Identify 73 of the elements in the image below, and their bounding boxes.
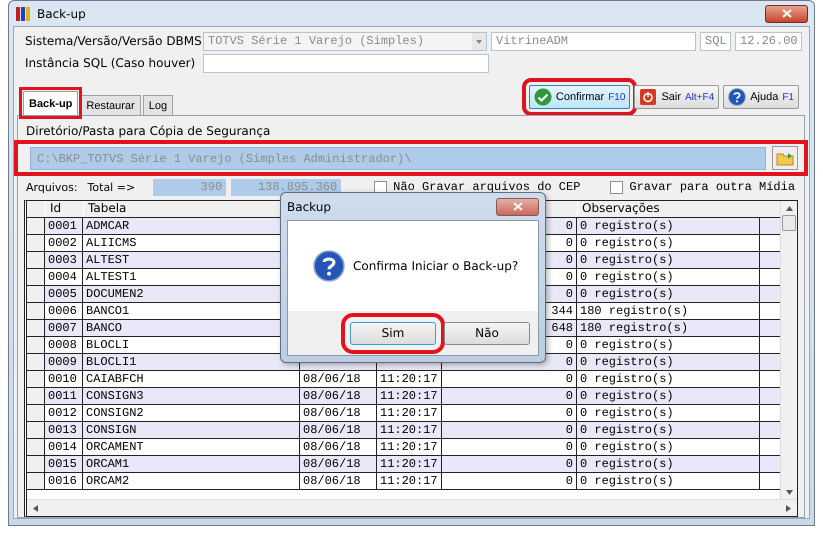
table-cell: 08/06/18 bbox=[300, 456, 377, 472]
table-cell: 0014 bbox=[45, 439, 83, 455]
table-cell: 08/06/18 bbox=[300, 439, 377, 455]
table-cell: 0 registro(s) bbox=[577, 371, 760, 387]
table-cell: 0007 bbox=[45, 320, 83, 336]
table-cell: 08/06/18 bbox=[300, 422, 377, 438]
table-cell: 0 registro(s) bbox=[577, 286, 760, 302]
directory-label: Diretório/Pasta para Cópia de Segurança bbox=[25, 124, 272, 138]
table-cell: 0008 bbox=[45, 337, 83, 353]
table-cell: 0 registro(s) bbox=[577, 354, 760, 370]
column-header: Id bbox=[45, 201, 83, 217]
table-cell: 0 bbox=[442, 371, 577, 387]
table-cell: CONSIGN3 bbox=[83, 388, 300, 404]
table-cell: 11:20:17 bbox=[377, 422, 442, 438]
file-count-field: 390 bbox=[153, 178, 226, 196]
table-cell: 0 bbox=[442, 473, 577, 489]
table-cell: 11:20:17 bbox=[377, 456, 442, 472]
table-cell: 0 bbox=[442, 388, 577, 404]
table-cell: 0005 bbox=[45, 286, 83, 302]
table-cell: 11:20:17 bbox=[377, 473, 442, 489]
table-cell: 11:20:17 bbox=[377, 405, 442, 421]
table-cell: 0009 bbox=[45, 354, 83, 370]
table-cell: 08/06/18 bbox=[300, 371, 377, 387]
table-cell: CONSIGN bbox=[83, 422, 300, 438]
table-cell: 0 registro(s) bbox=[577, 405, 760, 421]
table-cell: 11:20:17 bbox=[377, 439, 442, 455]
table-cell: 0015 bbox=[45, 456, 83, 472]
table-cell: CAIABFCH bbox=[83, 371, 300, 387]
table-cell: 0 registro(s) bbox=[577, 252, 760, 268]
table-cell: 0011 bbox=[45, 388, 83, 404]
table-cell: 0003 bbox=[45, 252, 83, 268]
table-cell: 0 bbox=[442, 405, 577, 421]
table-cell: 0 registro(s) bbox=[577, 422, 760, 438]
table-cell: 0 registro(s) bbox=[577, 439, 760, 455]
table-cell: 0 bbox=[442, 456, 577, 472]
table-cell: 0016 bbox=[45, 473, 83, 489]
table-cell: 0 registro(s) bbox=[577, 269, 760, 285]
table-cell: ORCAM2 bbox=[83, 473, 300, 489]
field-label: Instância SQL (Caso houver) bbox=[24, 56, 196, 70]
table-cell: 0 registro(s) bbox=[577, 456, 760, 472]
table-cell: 0 registro(s) bbox=[577, 337, 760, 353]
table-cell: 08/06/18 bbox=[300, 388, 377, 404]
table-cell: 08/06/18 bbox=[300, 473, 377, 489]
table-cell: 0001 bbox=[45, 218, 83, 234]
table-cell: 0 registro(s) bbox=[577, 218, 760, 234]
table-cell: 11:20:17 bbox=[377, 371, 442, 387]
dialog-title: Backup bbox=[287, 200, 331, 214]
table-cell: 0006 bbox=[45, 303, 83, 319]
field-label: Sistema/Versão/Versão DBMS bbox=[24, 34, 199, 48]
table-cell: CONSIGN2 bbox=[83, 405, 300, 421]
table-cell: 0002 bbox=[45, 235, 83, 251]
table-cell: 0 bbox=[442, 422, 577, 438]
table-cell: 180 registro(s) bbox=[577, 303, 760, 319]
table-cell: 0010 bbox=[45, 371, 83, 387]
byte-total-field: 138.895.360 bbox=[231, 178, 342, 196]
table-cell: 11:20:17 bbox=[377, 388, 442, 404]
table-cell: ORCAM1 bbox=[83, 456, 300, 472]
table-cell: 0 registro(s) bbox=[577, 235, 760, 251]
table-cell: 0 registro(s) bbox=[577, 388, 760, 404]
table-cell: 0 registro(s) bbox=[577, 473, 760, 489]
table-cell: 0 bbox=[442, 439, 577, 455]
total-label: Total => bbox=[88, 180, 136, 194]
table-cell: 0004 bbox=[45, 269, 83, 285]
column-header: Observações bbox=[577, 201, 760, 217]
checkbox-label: Gravar para outra Mídia bbox=[629, 180, 796, 194]
window-title: Back-up bbox=[37, 6, 86, 20]
table-cell: ORCAMENT bbox=[83, 439, 300, 455]
checkbox-label: Não Gravar arquivos do CEP bbox=[393, 180, 580, 194]
table-cell: 180 registro(s) bbox=[577, 320, 760, 336]
table-cell: 0012 bbox=[45, 405, 83, 421]
table-cell: 0013 bbox=[45, 422, 83, 438]
files-label: Arquivos: bbox=[26, 180, 78, 194]
table-cell: 08/06/18 bbox=[300, 405, 377, 421]
